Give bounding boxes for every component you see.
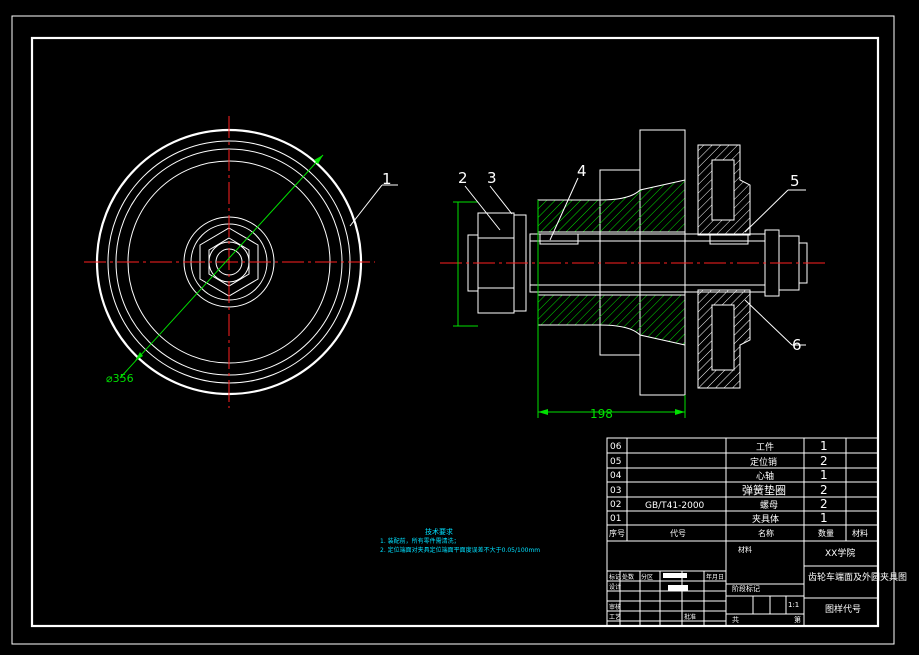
cad-drawing: ⌀356 1 198 2 3 4 5 6 技术要求 1. 装配前，所有零件需清洗… xyxy=(11,15,907,645)
bom-row-name: 心轴 xyxy=(756,470,774,482)
scale-value: 1:1 xyxy=(788,601,799,609)
length-label: 198 xyxy=(590,407,613,421)
drawing-title: 齿轮车端面及外圆夹具图 xyxy=(808,571,907,583)
bom-row-code: GB/T41-2000 xyxy=(645,501,705,511)
bom-row-qty: 1 xyxy=(820,439,828,453)
bom-row-name: 工件 xyxy=(756,441,774,453)
bom-row-no: 01 xyxy=(610,514,621,524)
callout-4: 4 xyxy=(577,162,587,180)
tb-mark: 标记 xyxy=(609,573,621,581)
bom-rows: 06 工件 1 05 定位销 2 04 心轴 1 03 弹簧垫圈 2 02 GB… xyxy=(609,439,868,538)
notes-title: 技术要求 xyxy=(425,527,453,536)
sheet-total: 共 xyxy=(732,615,739,624)
bom-row-qty: 2 xyxy=(820,483,828,497)
bom-row-no: 05 xyxy=(610,457,621,467)
diameter-leader xyxy=(119,154,324,379)
tb-craft: 工艺 xyxy=(609,613,621,621)
bom-row-name: 定位销 xyxy=(750,456,777,468)
bom-header-name: 名称 xyxy=(758,528,774,538)
notes-line2: 2. 定位端面对夹具定位端面平面度误差不大于0.05/100mm xyxy=(380,546,540,554)
bom-row-no: 02 xyxy=(610,500,621,510)
school-name: XX学院 xyxy=(825,547,855,559)
section-view xyxy=(440,129,828,418)
bom-row-no: 03 xyxy=(610,486,621,496)
bom-row-name: 螺母 xyxy=(760,500,778,511)
bom-row-no: 06 xyxy=(610,442,622,452)
tb-count: 处数 xyxy=(622,573,634,581)
bom-row-qty: 2 xyxy=(820,454,828,468)
diameter-label: ⌀356 xyxy=(106,372,134,385)
bom-row-qty: 1 xyxy=(820,468,828,482)
tb-design: 设计 xyxy=(609,583,621,591)
bom-row-name: 弹簧垫圈 xyxy=(742,483,786,497)
stage-label: 阶段标记 xyxy=(732,584,760,593)
tb-approve: 批准 xyxy=(684,613,696,621)
tb-date: 年月日 xyxy=(706,573,724,581)
sheet-of: 第 xyxy=(794,615,801,624)
bom-row-qty: 1 xyxy=(820,511,828,525)
bom-header-code: 代号 xyxy=(670,528,686,538)
bom-header-material: 材料 xyxy=(852,528,868,538)
callout-5: 5 xyxy=(790,172,800,190)
bom-row-name: 夹具体 xyxy=(752,513,779,525)
bom-row-qty: 2 xyxy=(820,497,828,511)
callout-1: 1 xyxy=(382,170,392,188)
callout-2: 2 xyxy=(458,169,468,187)
drawing-number: 图样代号 xyxy=(825,603,861,615)
material-label: 材料 xyxy=(738,545,752,554)
callout-3: 3 xyxy=(487,169,497,187)
front-view xyxy=(84,116,398,408)
bom-row-no: 04 xyxy=(610,471,622,481)
notes-line1: 1. 装配前，所有零件需清洗； xyxy=(380,537,460,545)
bom-header-no: 序号 xyxy=(609,528,625,538)
callout-6: 6 xyxy=(792,336,802,354)
tb-check: 审核 xyxy=(609,603,621,611)
tb-zone: 分区 xyxy=(641,573,653,581)
bom-header-qty: 数量 xyxy=(818,528,834,538)
